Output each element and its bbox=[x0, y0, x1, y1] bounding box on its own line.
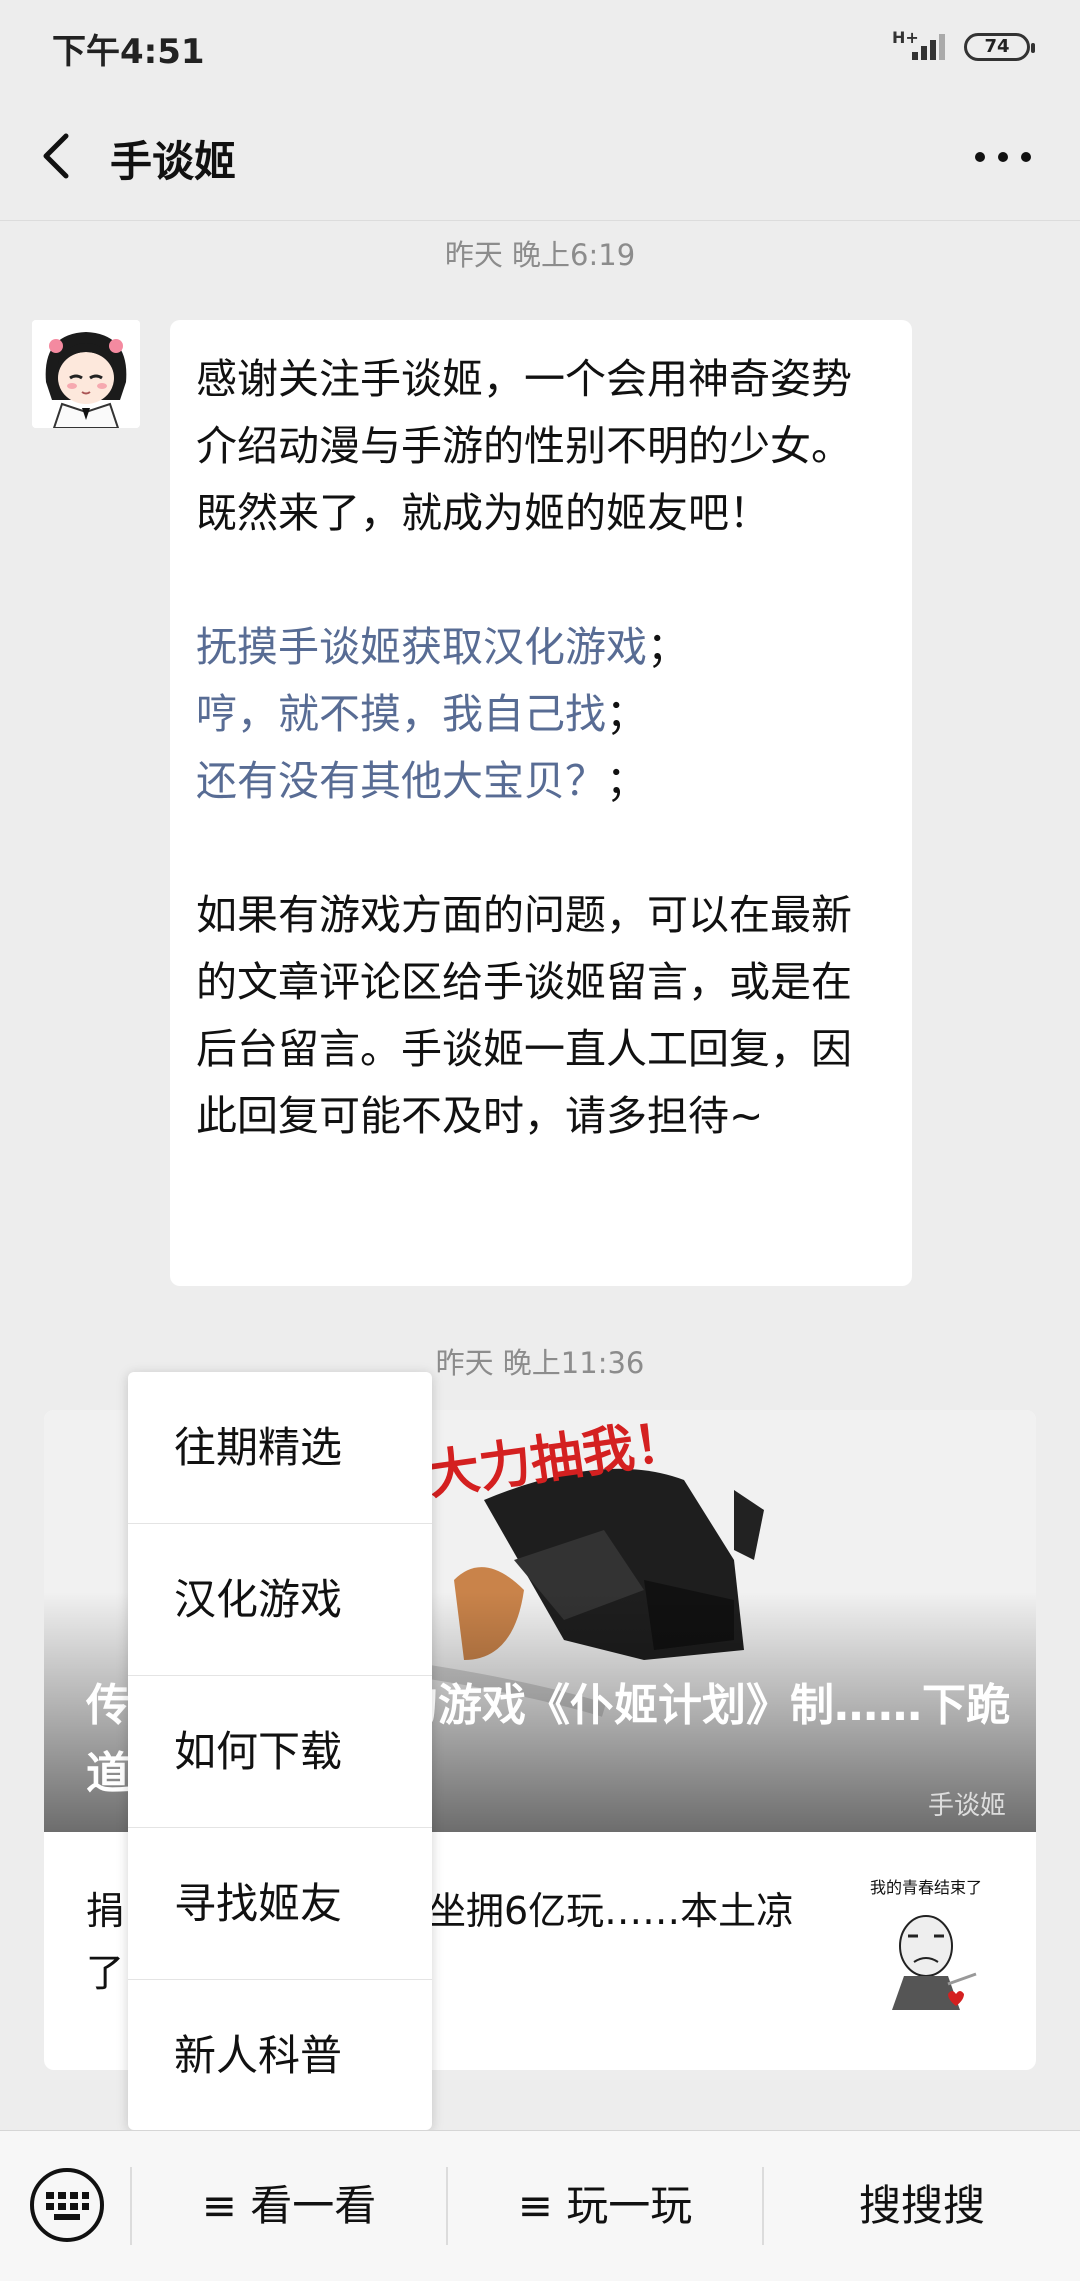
message-link-row: 还有没有其他大宝贝？； bbox=[196, 757, 647, 805]
sub-article-thumbnail: 我的青春结束了 bbox=[856, 1874, 996, 2014]
popup-menu-item[interactable]: 往期精选 bbox=[128, 1372, 432, 1523]
message-link[interactable]: 还有没有其他大宝贝？ bbox=[196, 757, 606, 805]
cover-watermark: 手谈姬 bbox=[927, 1791, 1006, 1821]
menu-button-look[interactable]: ≡ 看一看 bbox=[132, 2131, 446, 2281]
sad-face-thumbnail-icon bbox=[892, 1915, 977, 2010]
message-link-row: 抚摸手谈姬获取汉化游戏； bbox=[196, 623, 688, 671]
chat-header: 手谈姬 bbox=[0, 96, 1080, 221]
menu-button-play[interactable]: ≡ 玩一玩 bbox=[448, 2131, 762, 2281]
message-bubble: 感谢关注手谈姬，一个会用神奇姿势介绍动漫与手游的性别不明的少女。既然来了，就成为… bbox=[170, 320, 912, 1286]
message-link[interactable]: 抚摸手谈姬获取汉化游戏 bbox=[196, 623, 647, 671]
popup-menu-item[interactable]: 汉化游戏 bbox=[128, 1524, 432, 1675]
signal-icon: H+ bbox=[892, 30, 952, 64]
bottom-menu-bar: ≡ 看一看 ≡ 玩一玩 搜搜搜 bbox=[0, 2130, 1080, 2281]
message-text: 感谢关注手谈姬，一个会用神奇姿势介绍动漫与手游的性别不明的少女。既然来了，就成为… bbox=[196, 355, 852, 537]
more-options-icon[interactable] bbox=[968, 132, 1038, 182]
message-link[interactable]: 哼，就不摸，我自己找 bbox=[196, 690, 606, 738]
menu-button-search[interactable]: 搜搜搜 bbox=[764, 2131, 1080, 2281]
keyboard-icon[interactable] bbox=[28, 2166, 106, 2244]
chat-title: 手谈姬 bbox=[110, 137, 237, 186]
popup-menu-item[interactable]: 如何下载 bbox=[128, 1676, 432, 1827]
popup-menu-item[interactable]: 新人科普 bbox=[128, 1980, 432, 2131]
popup-menu-item[interactable]: 寻找姬友 bbox=[128, 1828, 432, 1979]
message-timestamp: 昨天 晚上6:19 bbox=[444, 238, 636, 272]
status-time: 下午4:51 bbox=[52, 32, 205, 72]
anime-girl-avatar-icon bbox=[32, 320, 140, 428]
popup-menu: 往期精选 汉化游戏 如何下载 寻找姬友 新人科普 bbox=[128, 1372, 432, 2130]
message-link-row: 哼，就不摸，我自己找； bbox=[196, 690, 647, 738]
status-bar: 下午4:51 H+ 74 bbox=[0, 0, 1080, 96]
back-arrow-icon[interactable] bbox=[30, 126, 90, 186]
battery-icon: 74 bbox=[964, 33, 1035, 61]
avatar[interactable] bbox=[32, 320, 140, 428]
message-text: 如果有游戏方面的问题，可以在最新的文章评论区给手谈姬留言，或是在后台留言。手谈姬… bbox=[196, 891, 852, 1140]
